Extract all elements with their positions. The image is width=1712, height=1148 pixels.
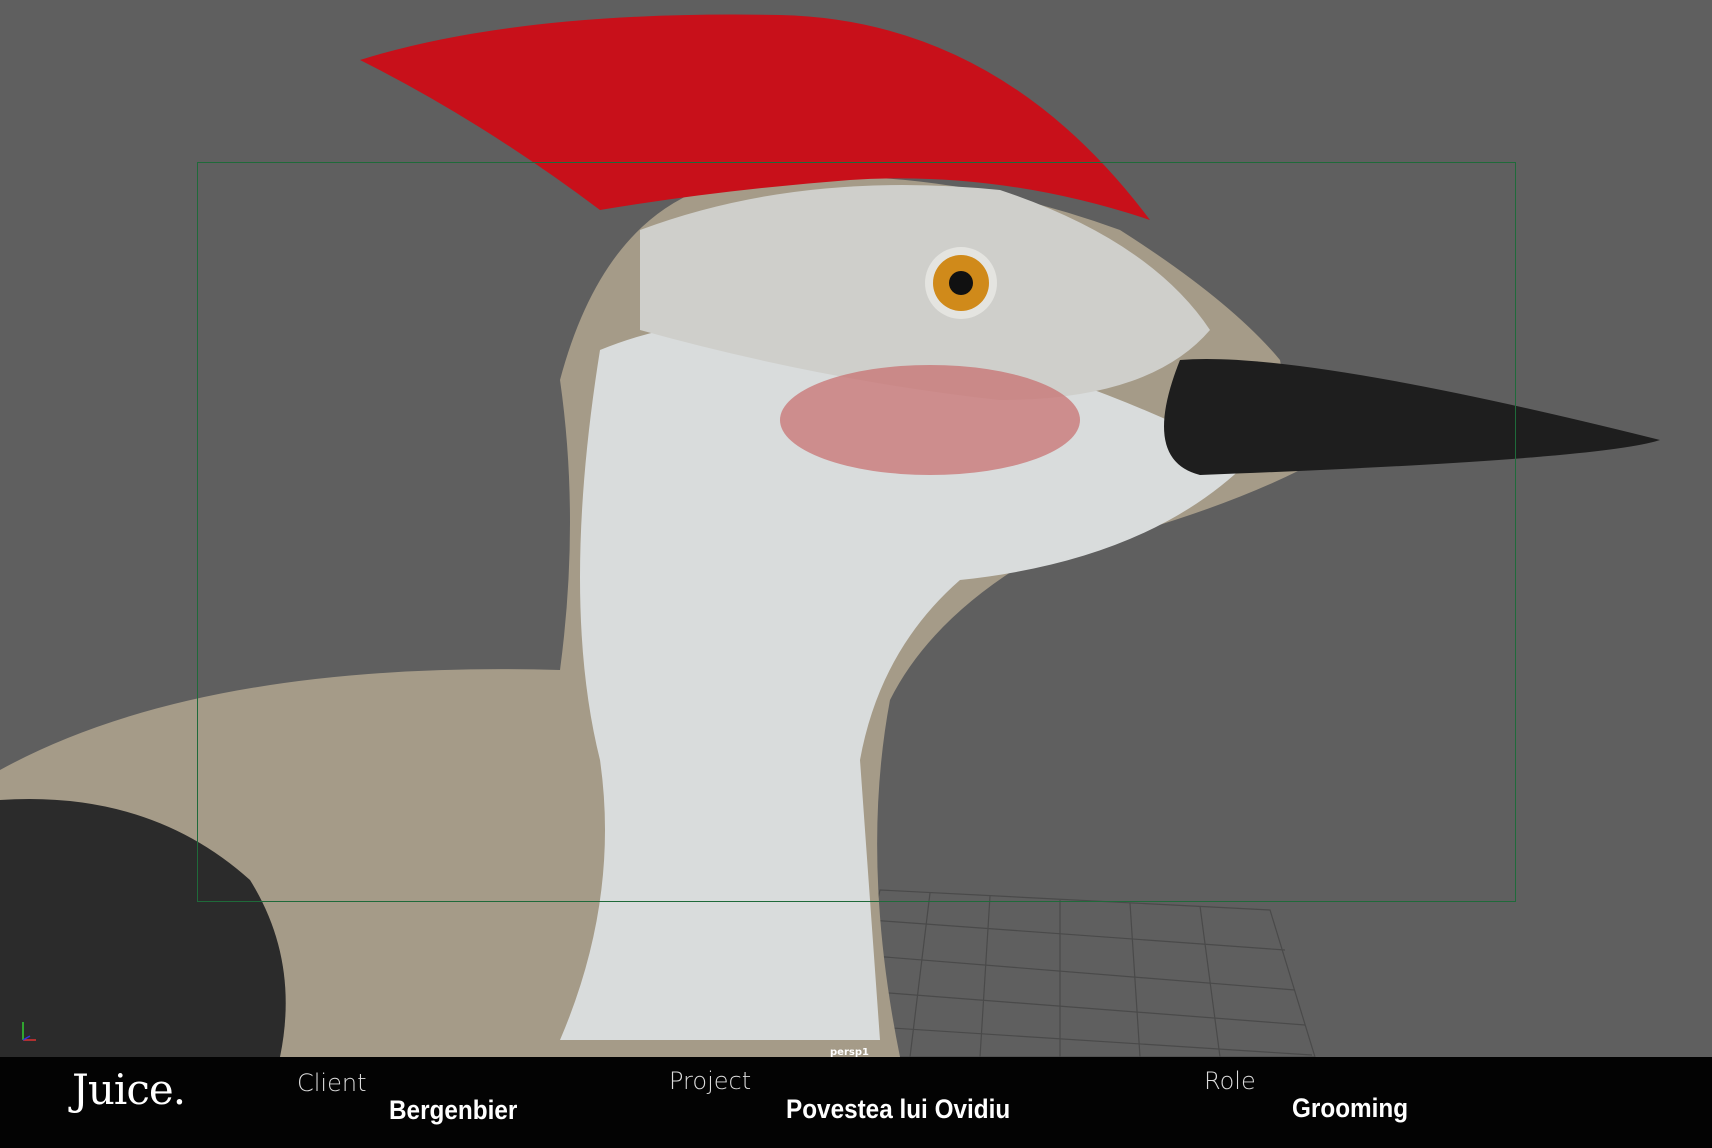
juice-logo: Juice. bbox=[72, 1065, 186, 1114]
safe-frame bbox=[197, 162, 1516, 902]
role-label: Role bbox=[1204, 1067, 1256, 1095]
project-value: Povestea lui Ovidiu bbox=[786, 1094, 1011, 1124]
client-label: Client bbox=[297, 1069, 367, 1097]
ground-grid bbox=[839, 889, 1316, 1057]
role-value: Grooming bbox=[1292, 1093, 1409, 1123]
project-label: Project bbox=[669, 1067, 752, 1095]
axis-gizmo-icon bbox=[22, 1022, 36, 1041]
camera-name: persp1 bbox=[830, 1047, 869, 1057]
3d-viewport[interactable]: persp1 bbox=[0, 0, 1712, 1057]
credits-bar: Juice. Client Bergenbier Project Poveste… bbox=[0, 1057, 1712, 1148]
client-value: Bergenbier bbox=[389, 1095, 518, 1125]
